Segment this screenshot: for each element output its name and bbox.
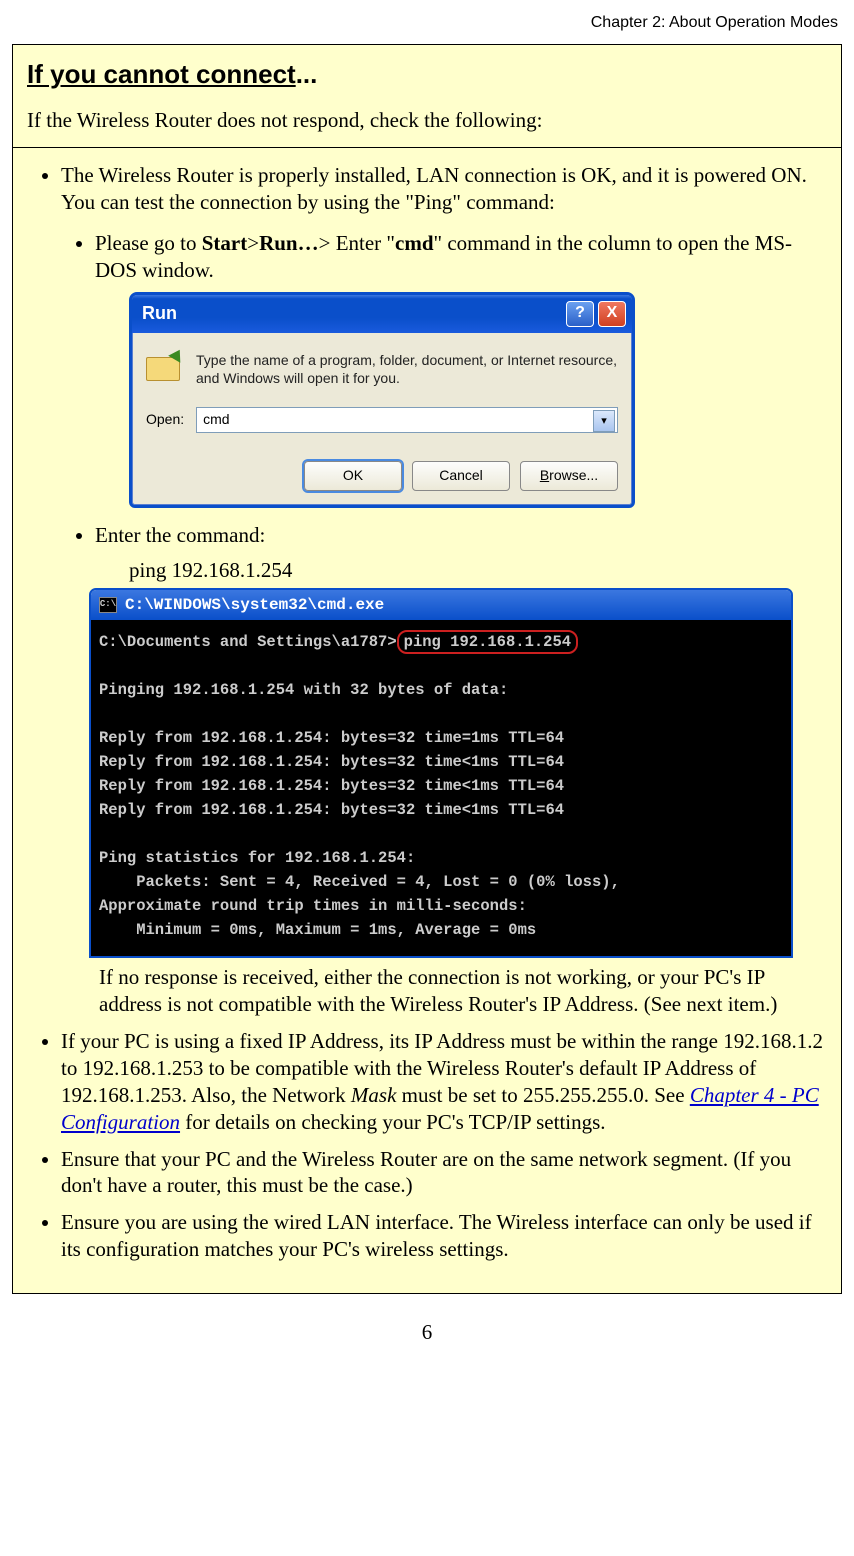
open-input-value: cmd bbox=[203, 411, 229, 429]
divider bbox=[13, 147, 841, 148]
cancel-button[interactable]: Cancel bbox=[412, 461, 510, 491]
page-number: 6 bbox=[12, 1320, 842, 1345]
bullet-wired-lan: Ensure you are using the wired LAN inter… bbox=[61, 1209, 827, 1263]
t: for details on checking your PC's TCP/IP… bbox=[180, 1110, 606, 1134]
t: Run… bbox=[259, 231, 319, 255]
bullet-install-text: The Wireless Router is properly installe… bbox=[61, 163, 807, 214]
cmd-line: Ping statistics for 192.168.1.254: bbox=[99, 849, 415, 867]
cmd-line: Reply from 192.168.1.254: bytes=32 time<… bbox=[99, 801, 564, 819]
cmd-window: C:\ C:\WINDOWS\system32\cmd.exe C:\Docum… bbox=[89, 588, 793, 959]
t: Mask bbox=[351, 1083, 397, 1107]
bullet-install: The Wireless Router is properly installe… bbox=[61, 162, 827, 1018]
t: must be set to 255.255.255.0. See bbox=[396, 1083, 689, 1107]
cmd-output: C:\Documents and Settings\a1787>ping 192… bbox=[91, 620, 791, 956]
cmd-line: Minimum = 0ms, Maximum = 1ms, Average = … bbox=[99, 921, 536, 939]
note-title: If you cannot connect... bbox=[27, 59, 827, 90]
ping-command-text: ping 192.168.1.254 bbox=[129, 557, 827, 584]
bullet-fixed-ip: If your PC is using a fixed IP Address, … bbox=[61, 1028, 827, 1136]
run-dialog-title: Run bbox=[142, 302, 177, 325]
chapter-header: Chapter 2: About Operation Modes bbox=[12, 14, 838, 32]
cmd-title-text: C:\WINDOWS\system32\cmd.exe bbox=[125, 595, 384, 615]
cmd-prompt: C:\Documents and Settings\a1787> bbox=[99, 633, 397, 651]
help-icon[interactable]: ? bbox=[566, 301, 594, 327]
close-icon[interactable]: X bbox=[598, 301, 626, 327]
run-dialog: Run ? X Type the name of a p bbox=[129, 292, 635, 508]
ok-button[interactable]: OK bbox=[304, 461, 402, 491]
run-folder-icon bbox=[146, 351, 182, 381]
cmd-line: Reply from 192.168.1.254: bytes=32 time=… bbox=[99, 729, 564, 747]
cmd-line: Reply from 192.168.1.254: bytes=32 time<… bbox=[99, 753, 564, 771]
after-cmd-text: If no response is received, either the c… bbox=[99, 964, 827, 1018]
cmd-highlight: ping 192.168.1.254 bbox=[397, 630, 578, 654]
cmd-line: Approximate round trip times in milli-se… bbox=[99, 897, 527, 915]
t: Enter the command: bbox=[95, 523, 265, 547]
cmd-line: Packets: Sent = 4, Received = 4, Lost = … bbox=[99, 873, 620, 891]
bullet-same-segment: Ensure that your PC and the Wireless Rou… bbox=[61, 1146, 827, 1200]
open-label: Open: bbox=[146, 411, 184, 429]
t: cmd bbox=[395, 231, 434, 255]
run-description: Type the name of a program, folder, docu… bbox=[196, 351, 618, 387]
t: Start bbox=[202, 231, 248, 255]
browse-button[interactable]: Browse... bbox=[520, 461, 618, 491]
sub-bullet-enter-command: Enter the command: bbox=[95, 522, 827, 549]
console-icon: C:\ bbox=[99, 597, 117, 613]
cmd-line: Pinging 192.168.1.254 with 32 bytes of d… bbox=[99, 681, 508, 699]
note-title-text: If you cannot connect bbox=[27, 59, 296, 89]
cmd-titlebar: C:\ C:\WINDOWS\system32\cmd.exe bbox=[91, 590, 791, 620]
chevron-down-icon[interactable]: ▾ bbox=[593, 410, 615, 432]
cmd-line: Reply from 192.168.1.254: bytes=32 time<… bbox=[99, 777, 564, 795]
note-intro: If the Wireless Router does not respond,… bbox=[27, 108, 827, 133]
troubleshooting-box: If you cannot connect... If the Wireless… bbox=[12, 44, 842, 1294]
t: > Enter " bbox=[319, 231, 395, 255]
run-dialog-titlebar: Run ? X bbox=[132, 295, 632, 333]
note-title-suffix: ... bbox=[296, 59, 318, 89]
open-input[interactable]: cmd ▾ bbox=[196, 407, 618, 433]
t: Please go to bbox=[95, 231, 202, 255]
t: > bbox=[247, 231, 259, 255]
sub-bullet-run: Please go to Start>Run…> Enter "cmd" com… bbox=[95, 230, 827, 284]
